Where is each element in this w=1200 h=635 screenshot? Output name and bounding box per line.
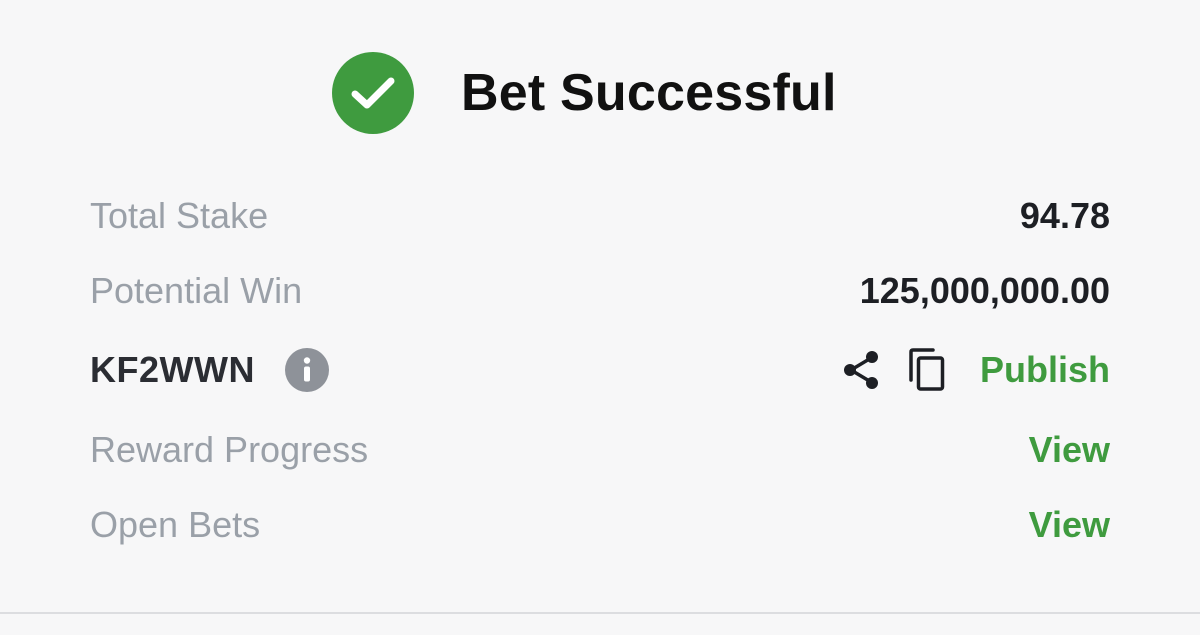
open-bets-label: Open Bets [90, 504, 261, 545]
publish-button[interactable]: Publish [980, 340, 1110, 400]
bottom-divider [0, 612, 1200, 614]
info-icon[interactable] [285, 348, 329, 392]
open-bets-view-link[interactable]: View [1029, 495, 1110, 555]
total-stake-row: Total Stake 94.78 [90, 186, 1110, 246]
reward-progress-row: Reward Progress View [90, 420, 1110, 480]
potential-win-label: Potential Win [90, 270, 303, 311]
reward-progress-label: Reward Progress [90, 429, 369, 470]
share-icon[interactable] [840, 349, 882, 391]
booking-code-row: KF2WWN Publish [90, 340, 1110, 400]
booking-code: KF2WWN [90, 349, 255, 390]
success-header: Bet Successful [0, 52, 1200, 142]
total-stake-label: Total Stake [90, 195, 269, 236]
page-title: Bet Successful [461, 64, 837, 122]
open-bets-row: Open Bets View [90, 495, 1110, 555]
check-circle-icon [332, 52, 414, 134]
potential-win-row: Potential Win 125,000,000.00 [90, 261, 1110, 321]
copy-icon[interactable] [907, 348, 947, 392]
reward-progress-view-link[interactable]: View [1029, 420, 1110, 480]
potential-win-value: 125,000,000.00 [859, 270, 1110, 311]
total-stake-value: 94.78 [1019, 195, 1110, 236]
